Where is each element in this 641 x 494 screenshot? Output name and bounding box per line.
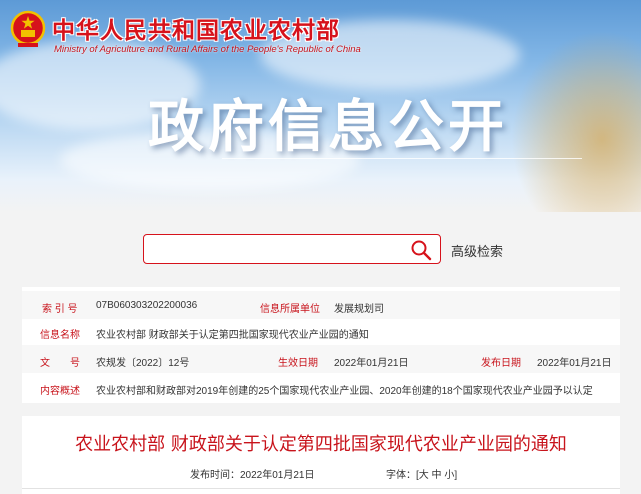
info-row-doc: 文 号 农规发〔2022〕12号 生效日期 2022年01月21日 发布日期 2…	[22, 345, 620, 373]
wheat-decoration	[511, 30, 641, 212]
article-section: 农业农村部 财政部关于认定第四批国家现代农业产业园的通知 发布时间：2022年0…	[22, 416, 620, 494]
advanced-search-link[interactable]: 高级检索	[451, 241, 503, 260]
info-row-name: 信息名称 农业农村部 财政部关于认定第四批国家现代农业产业园的通知	[22, 317, 620, 345]
unit-value: 发展规划司	[334, 304, 384, 315]
effective-label: 生效日期	[278, 358, 318, 369]
national-emblem-icon	[10, 10, 46, 47]
info-row-index: 索 引 号 07B060303202200036 信息所属单位 发展规划司	[22, 291, 620, 319]
ministry-name-en: Ministry of Agriculture and Rural Affair…	[54, 44, 361, 55]
search-input[interactable]	[152, 239, 402, 259]
index-value: 07B060303202200036	[96, 300, 198, 311]
info-panel: 索 引 号 07B060303202200036 信息所属单位 发展规划司 信息…	[22, 287, 620, 403]
name-label: 信息名称	[40, 330, 80, 341]
search-icon[interactable]	[410, 239, 432, 261]
header-banner: 中华人民共和国农业农村部 Ministry of Agriculture and…	[0, 0, 641, 212]
search-box[interactable]	[143, 234, 441, 264]
article-divider	[22, 488, 620, 489]
article-title: 农业农村部 财政部关于认定第四批国家现代农业产业园的通知	[75, 434, 567, 455]
effective-value: 2022年01月21日	[334, 358, 409, 369]
index-label: 索 引 号	[42, 304, 78, 315]
doc-value: 农规发〔2022〕12号	[96, 358, 190, 369]
article-publish-time: 发布时间：2022年01月21日	[190, 470, 315, 481]
summary-label: 内容概述	[40, 386, 80, 397]
summary-value: 农业农村部和财政部对2019年创建的25个国家现代农业产业园、2020年创建的1…	[96, 386, 593, 397]
info-row-summary: 内容概述 农业农村部和财政部对2019年创建的25个国家现代农业产业园、2020…	[22, 373, 620, 401]
ministry-name-cn: 中华人民共和国农业农村部	[52, 18, 340, 44]
banner-title: 政府信息公开	[148, 95, 508, 160]
font-size-control[interactable]: 字体：[大 中 小]	[386, 466, 457, 481]
unit-label: 信息所属单位	[260, 304, 320, 315]
doc-label: 文 号	[40, 358, 80, 369]
publish-value: 2022年01月21日	[537, 358, 612, 369]
name-value: 农业农村部 财政部关于认定第四批国家现代农业产业园的通知	[96, 330, 369, 341]
banner-divider	[222, 158, 582, 159]
publish-label: 发布日期	[481, 358, 521, 369]
